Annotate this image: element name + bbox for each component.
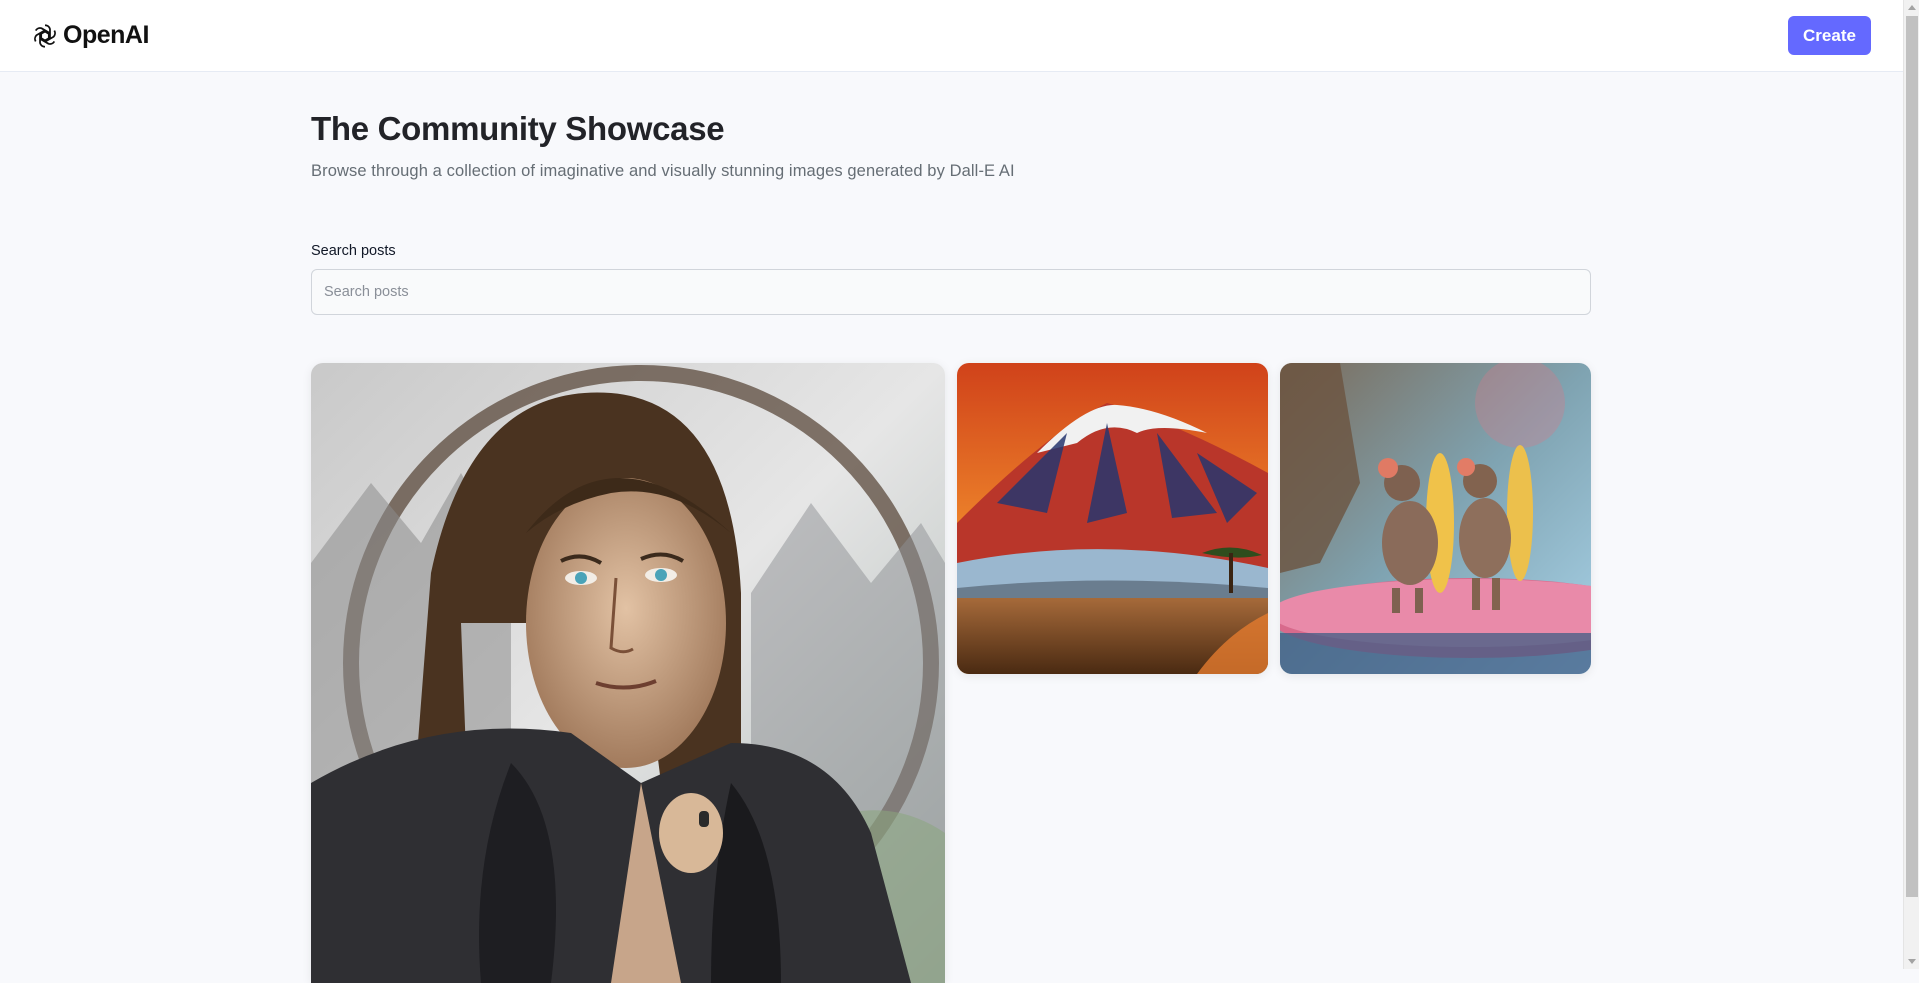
post-card-portrait[interactable] [311,363,945,983]
main-content: The Community Showcase Browse through a … [311,72,1591,983]
scroll-down-icon[interactable] [1908,959,1916,964]
post-card-mountain[interactable] [957,363,1268,674]
post-card-mice[interactable] [1280,363,1591,674]
logo-text: OpenAI [63,21,149,49]
image-gallery [311,363,1591,983]
scroll-up-icon[interactable] [1908,5,1916,10]
search-input[interactable] [311,269,1591,315]
scrollbar-thumb[interactable] [1906,16,1918,897]
mice-image [1280,363,1591,674]
openai-logo-icon [30,21,60,51]
create-button[interactable]: Create [1788,16,1871,55]
search-label: Search posts [311,243,396,259]
openai-logo-link[interactable]: OpenAI [30,21,149,51]
top-navbar: OpenAI Create [0,0,1903,72]
page-subtitle: Browse through a collection of imaginati… [311,162,1015,180]
portrait-image [311,363,945,983]
page-scrollbar[interactable] [1903,0,1919,969]
mountain-image [957,363,1268,674]
page-title: The Community Showcase [311,110,725,147]
